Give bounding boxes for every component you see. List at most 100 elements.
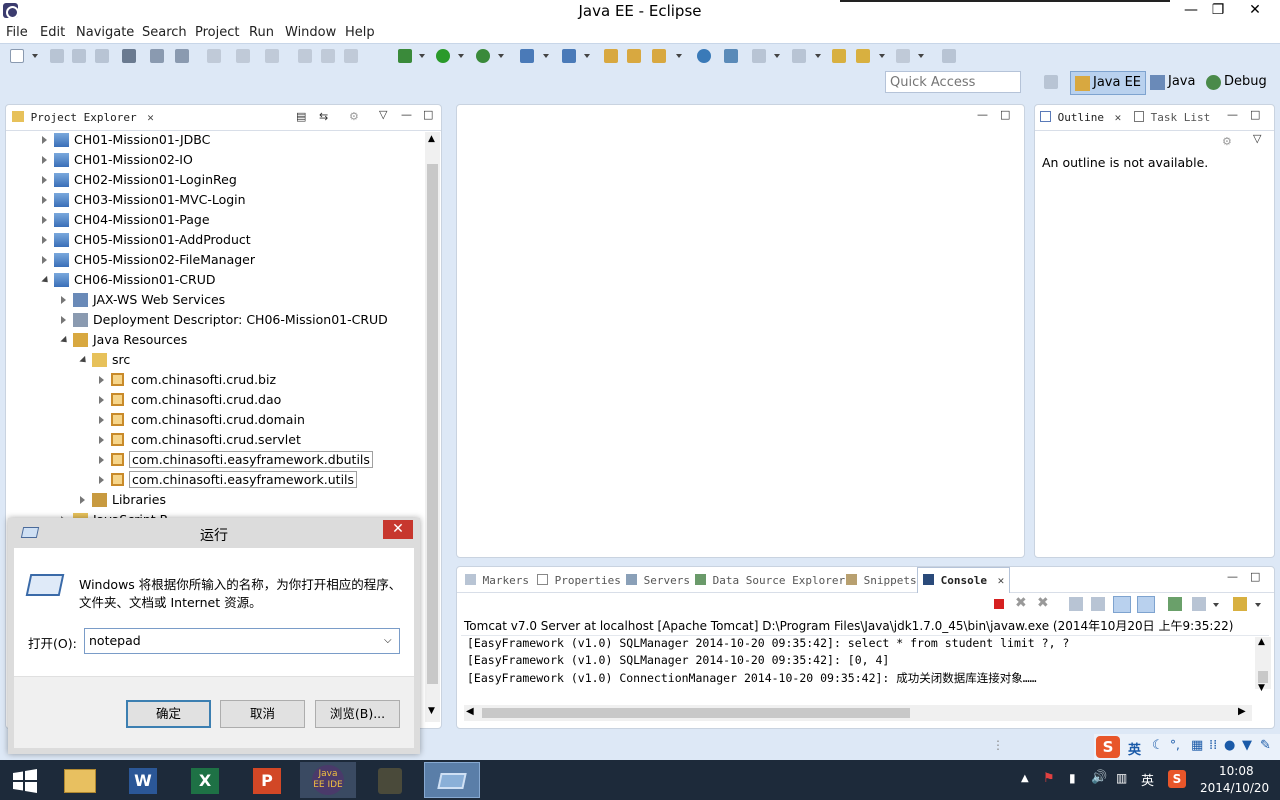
expand-arrow-icon[interactable] [99,476,104,484]
search-icon[interactable] [652,49,666,63]
debug-dropdown-icon[interactable] [419,54,425,58]
expand-arrow-icon[interactable] [99,436,104,444]
tray-language[interactable]: 英 [1141,770,1154,789]
action-center-flag-icon[interactable]: ⚑ [1043,771,1055,786]
display-console-dropdown-icon[interactable] [1213,603,1219,607]
prev-annotation-icon[interactable] [792,49,806,63]
tree-item[interactable]: CH03-Mission01-MVC-Login [8,190,418,210]
editor-maximize-icon[interactable]: □ [1000,108,1010,121]
terminate-console-icon[interactable] [994,599,1004,609]
tree-item[interactable]: CH02-Mission01-LoginReg [8,170,418,190]
console-hscroll-thumb[interactable] [482,708,910,718]
menu-help[interactable]: Help [345,25,375,40]
console-scroll-left-icon[interactable]: ◀ [466,706,474,717]
restore-button[interactable]: ❐ [1203,0,1233,22]
tree-item[interactable]: com.chinasofti.crud.servlet [8,430,418,450]
tab-servers[interactable]: Servers [626,574,690,587]
save-all-icon[interactable] [72,49,86,63]
tray-expand-icon[interactable]: ▲ [1021,773,1029,784]
taskbar-java-ee-ide[interactable]: Java EE IDE [300,762,356,798]
next-annotation-icon[interactable] [752,49,766,63]
taskbar-excel[interactable]: X [176,762,232,798]
menu-run[interactable]: Run [249,25,274,40]
tab-properties[interactable]: Properties [537,574,621,587]
web-browser-icon[interactable] [697,49,711,63]
show-on-stdout-icon[interactable] [1113,596,1131,613]
menu-navigate[interactable]: Navigate [76,25,134,40]
show-on-stderr-icon[interactable] [1137,596,1155,613]
tab-markers[interactable]: Markers [465,574,529,587]
console-vscroll[interactable]: ▲ ▼ [1255,637,1271,693]
menu-edit[interactable]: Edit [40,25,65,40]
expand-arrow-icon[interactable] [61,316,66,324]
tray-device-icon[interactable]: ▮ [1069,771,1076,785]
tree-item[interactable]: CH04-Mission01-Page [8,210,418,230]
collapse-all-icon[interactable]: ▤ [296,110,306,123]
clock-date[interactable]: 2014/10/20 [1200,781,1269,795]
network-icon[interactable]: ▥ [1116,771,1127,785]
ime-punct-icon[interactable]: °, [1170,738,1180,752]
expand-arrow-icon[interactable] [42,136,47,144]
console-scroll-right-icon[interactable]: ▶ [1238,706,1246,717]
ime-tools-icon[interactable]: ✎ [1260,738,1271,753]
terminate-icon[interactable] [344,49,358,63]
toggle-block-icon[interactable] [150,49,164,63]
expand-arrow-icon[interactable] [99,396,104,404]
expand-arrow-icon[interactable] [99,416,104,424]
start-button[interactable] [0,762,50,798]
tab-snippets[interactable]: Snippets [846,574,917,587]
clear-console-icon[interactable] [1069,597,1083,611]
tab-project-explorer[interactable]: Project Explorer ✕ [12,111,154,124]
open-combobox[interactable]: notepad ⌵ [84,628,400,654]
chevron-down-icon[interactable]: ⌵ [384,635,392,646]
ime-skin-icon[interactable]: ▼ [1242,738,1252,753]
tree-item[interactable]: com.chinasofti.crud.dao [8,390,418,410]
publish-icon[interactable] [724,49,738,63]
outline-maximize-icon[interactable]: □ [1250,108,1260,121]
tree-item[interactable]: com.chinasofti.crud.biz [8,370,418,390]
next-annotation-dropdown-icon[interactable] [774,54,780,58]
expand-arrow-icon[interactable] [42,236,47,244]
forward-dropdown-icon[interactable] [918,54,924,58]
sogou-ime-icon[interactable]: S [1096,736,1120,758]
remove-all-icon[interactable]: ✖ [1037,595,1049,611]
back-dropdown-icon[interactable] [879,54,885,58]
debug-icon[interactable] [398,49,412,63]
tree-item[interactable]: CH01-Mission01-JDBC [8,130,418,150]
ok-button[interactable]: 确定 [126,700,211,728]
save-icon[interactable] [50,49,64,63]
format-icon[interactable] [207,49,221,63]
expand-arrow-icon[interactable] [80,496,85,504]
tree-item[interactable]: CH05-Mission02-FileManager [8,250,418,270]
run-dropdown-icon[interactable] [458,54,464,58]
last-edit-icon[interactable] [832,49,846,63]
ime-grid-icon[interactable]: ⁞⁞ [1209,738,1217,753]
run-icon[interactable] [436,49,450,63]
outline-focus-icon[interactable]: ⚙ [1222,135,1232,148]
new-server-icon[interactable] [520,49,534,63]
redo-icon[interactable] [265,49,279,63]
pin-icon[interactable] [122,49,136,63]
forward-icon[interactable] [896,49,910,63]
open-console-icon[interactable] [1233,597,1247,611]
browse-button[interactable]: 浏览(B)... [315,700,400,728]
scroll-down-icon[interactable]: ▼ [428,706,435,716]
ime-mode-label[interactable]: 英 [1128,739,1141,758]
close-window-button[interactable]: ✕ [1240,0,1270,22]
remove-launch-icon[interactable]: ✖ [1015,595,1027,611]
undo-icon[interactable] [236,49,250,63]
tab-task-list[interactable]: Task List [1134,111,1210,124]
volume-icon[interactable]: 🔊 [1091,770,1107,785]
perspective-java[interactable]: Java [1146,71,1199,95]
link-editor-icon[interactable]: ⇆ [319,110,328,123]
outline-view-menu-icon[interactable]: ▽ [1253,132,1261,145]
open-input[interactable]: notepad [89,633,141,648]
tree-item[interactable]: CH05-Mission01-AddProduct [8,230,418,250]
tree-item[interactable]: JAX-WS Web Services [8,290,418,310]
tree-item[interactable]: com.chinasofti.crud.domain [8,410,418,430]
console-hscroll[interactable]: ◀ ▶ [464,705,1252,721]
view-menu-icon[interactable]: ▽ [379,108,387,121]
display-console-icon[interactable] [1192,597,1206,611]
open-task-icon[interactable] [627,49,641,63]
scroll-lock-icon[interactable] [1091,597,1105,611]
